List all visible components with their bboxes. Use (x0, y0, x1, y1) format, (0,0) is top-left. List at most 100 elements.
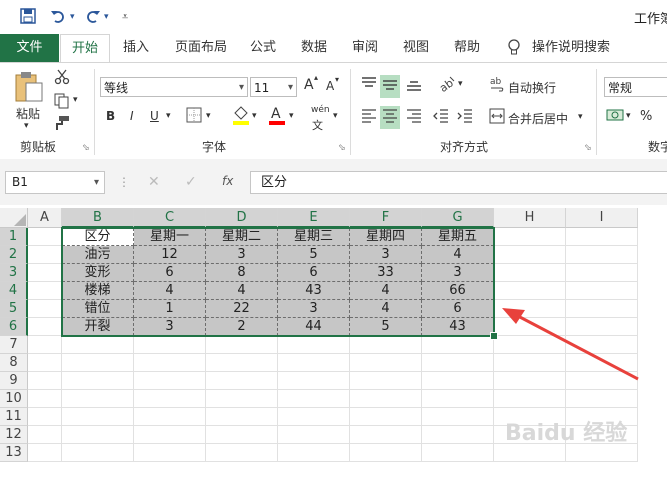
cell-e6[interactable]: 44 (278, 318, 350, 336)
row-header-7[interactable]: 7 (0, 336, 28, 354)
cell-a12[interactable] (28, 426, 62, 444)
cell-h4[interactable] (494, 282, 566, 300)
cell-c11[interactable] (134, 408, 206, 426)
cell-f4[interactable]: 4 (350, 282, 422, 300)
tab-insert[interactable]: 插入 (123, 34, 149, 62)
increase-indent-icon[interactable] (456, 107, 474, 128)
font-color-icon[interactable]: A (268, 105, 286, 128)
accounting-dropdown-icon[interactable]: ▾ (626, 111, 631, 121)
italic-button[interactable]: I (130, 109, 134, 123)
copy-icon[interactable] (54, 93, 70, 112)
cell-e4[interactable]: 43 (278, 282, 350, 300)
worksheet-grid[interactable]: ABCDEFGHI 1 2 3 4 5 6 7 8 9 10 11 12 13 区分 星期一 星期二 星期三星… (0, 205, 667, 480)
cell-f12[interactable] (350, 426, 422, 444)
column-header-d[interactable]: D (206, 208, 278, 228)
font-name-combo[interactable]: 等线 ▾ (100, 77, 248, 97)
merge-dropdown-icon[interactable]: ▾ (578, 112, 583, 122)
cell-e11[interactable] (278, 408, 350, 426)
row-header-5[interactable]: 5 (0, 300, 28, 318)
column-header-g[interactable]: G (422, 208, 494, 228)
cell-e1[interactable]: 星期三 (278, 228, 350, 246)
wrap-text-icon[interactable]: ab (489, 75, 505, 96)
column-header-f[interactable]: F (350, 208, 422, 228)
cell-a6[interactable] (28, 318, 62, 336)
cell-g6[interactable]: 43 (422, 318, 494, 336)
cell-i10[interactable] (566, 390, 638, 408)
cell-c2[interactable]: 12 (134, 246, 206, 264)
tab-home[interactable]: 开始 (60, 34, 110, 64)
row-header-13[interactable]: 13 (0, 444, 28, 462)
cell-b13[interactable] (62, 444, 134, 462)
cancel-entry-icon[interactable]: ✕ (148, 174, 160, 190)
cell-a11[interactable] (28, 408, 62, 426)
merge-center-icon[interactable] (489, 107, 505, 128)
save-icon[interactable] (20, 8, 36, 28)
cell-a7[interactable] (28, 336, 62, 354)
cell-f8[interactable] (350, 354, 422, 372)
cell-e2[interactable]: 5 (278, 246, 350, 264)
font-color-dropdown-icon[interactable]: ▾ (289, 111, 294, 121)
cell-g2[interactable]: 4 (422, 246, 494, 264)
clipboard-launcher-icon[interactable]: ⬂ (82, 143, 90, 153)
align-left-icon[interactable] (360, 107, 378, 128)
row-header-11[interactable]: 11 (0, 408, 28, 426)
fill-color-dropdown-icon[interactable]: ▾ (252, 111, 257, 121)
cell-h10[interactable] (494, 390, 566, 408)
decrease-indent-icon[interactable] (432, 107, 450, 128)
cell-d1[interactable]: 星期二 (206, 228, 278, 246)
bold-button[interactable]: B (106, 109, 115, 123)
cell-d11[interactable] (206, 408, 278, 426)
cell-g1[interactable]: 星期五 (422, 228, 494, 246)
cell-d3[interactable]: 8 (206, 264, 278, 282)
cell-d8[interactable] (206, 354, 278, 372)
cell-b9[interactable] (62, 372, 134, 390)
cell-a10[interactable] (28, 390, 62, 408)
row-header-9[interactable]: 9 (0, 372, 28, 390)
cell-a2[interactable] (28, 246, 62, 264)
cell-b7[interactable] (62, 336, 134, 354)
cell-g10[interactable] (422, 390, 494, 408)
enter-icon[interactable]: ✓ (185, 174, 197, 190)
border-icon[interactable] (186, 107, 202, 126)
chevron-down-icon[interactable]: ▾ (94, 172, 99, 193)
cell-c12[interactable] (134, 426, 206, 444)
border-dropdown-icon[interactable]: ▾ (206, 111, 211, 121)
cell-a4[interactable] (28, 282, 62, 300)
redo-dropdown-icon[interactable]: ▾ (104, 12, 109, 22)
bottom-align-icon[interactable] (405, 75, 423, 96)
row-header-10[interactable]: 10 (0, 390, 28, 408)
paste-dropdown-icon[interactable]: ▾ (24, 121, 29, 131)
cell-d10[interactable] (206, 390, 278, 408)
cell-c3[interactable]: 6 (134, 264, 206, 282)
column-header-i[interactable]: I (566, 208, 638, 228)
cell-f11[interactable] (350, 408, 422, 426)
cell-b2[interactable]: 油污 (62, 246, 134, 264)
insert-function-button[interactable]: fx (222, 174, 233, 188)
cell-e13[interactable] (278, 444, 350, 462)
undo-icon[interactable] (50, 8, 66, 28)
cell-h1[interactable] (494, 228, 566, 246)
cell-d9[interactable] (206, 372, 278, 390)
cell-a13[interactable] (28, 444, 62, 462)
cell-g13[interactable] (422, 444, 494, 462)
percent-button[interactable]: % (640, 109, 652, 124)
cell-e8[interactable] (278, 354, 350, 372)
formula-input[interactable]: 区分 (250, 171, 667, 194)
cell-g3[interactable]: 3 (422, 264, 494, 282)
row-header-8[interactable]: 8 (0, 354, 28, 372)
customize-qat-icon[interactable]: ⩡ (122, 10, 128, 24)
cell-a1[interactable] (28, 228, 62, 246)
cell-g7[interactable] (422, 336, 494, 354)
cell-f13[interactable] (350, 444, 422, 462)
cell-f5[interactable]: 4 (350, 300, 422, 318)
cell-f6[interactable]: 5 (350, 318, 422, 336)
cell-d5[interactable]: 22 (206, 300, 278, 318)
cell-f7[interactable] (350, 336, 422, 354)
tab-formulas[interactable]: 公式 (250, 34, 276, 62)
cell-g5[interactable]: 6 (422, 300, 494, 318)
tell-me-search[interactable]: 操作说明搜索 (532, 34, 610, 62)
cell-b6[interactable]: 开裂 (62, 318, 134, 336)
orientation-dropdown-icon[interactable]: ▾ (458, 79, 463, 89)
paste-icon[interactable] (14, 71, 44, 106)
cell-b3[interactable]: 变形 (62, 264, 134, 282)
